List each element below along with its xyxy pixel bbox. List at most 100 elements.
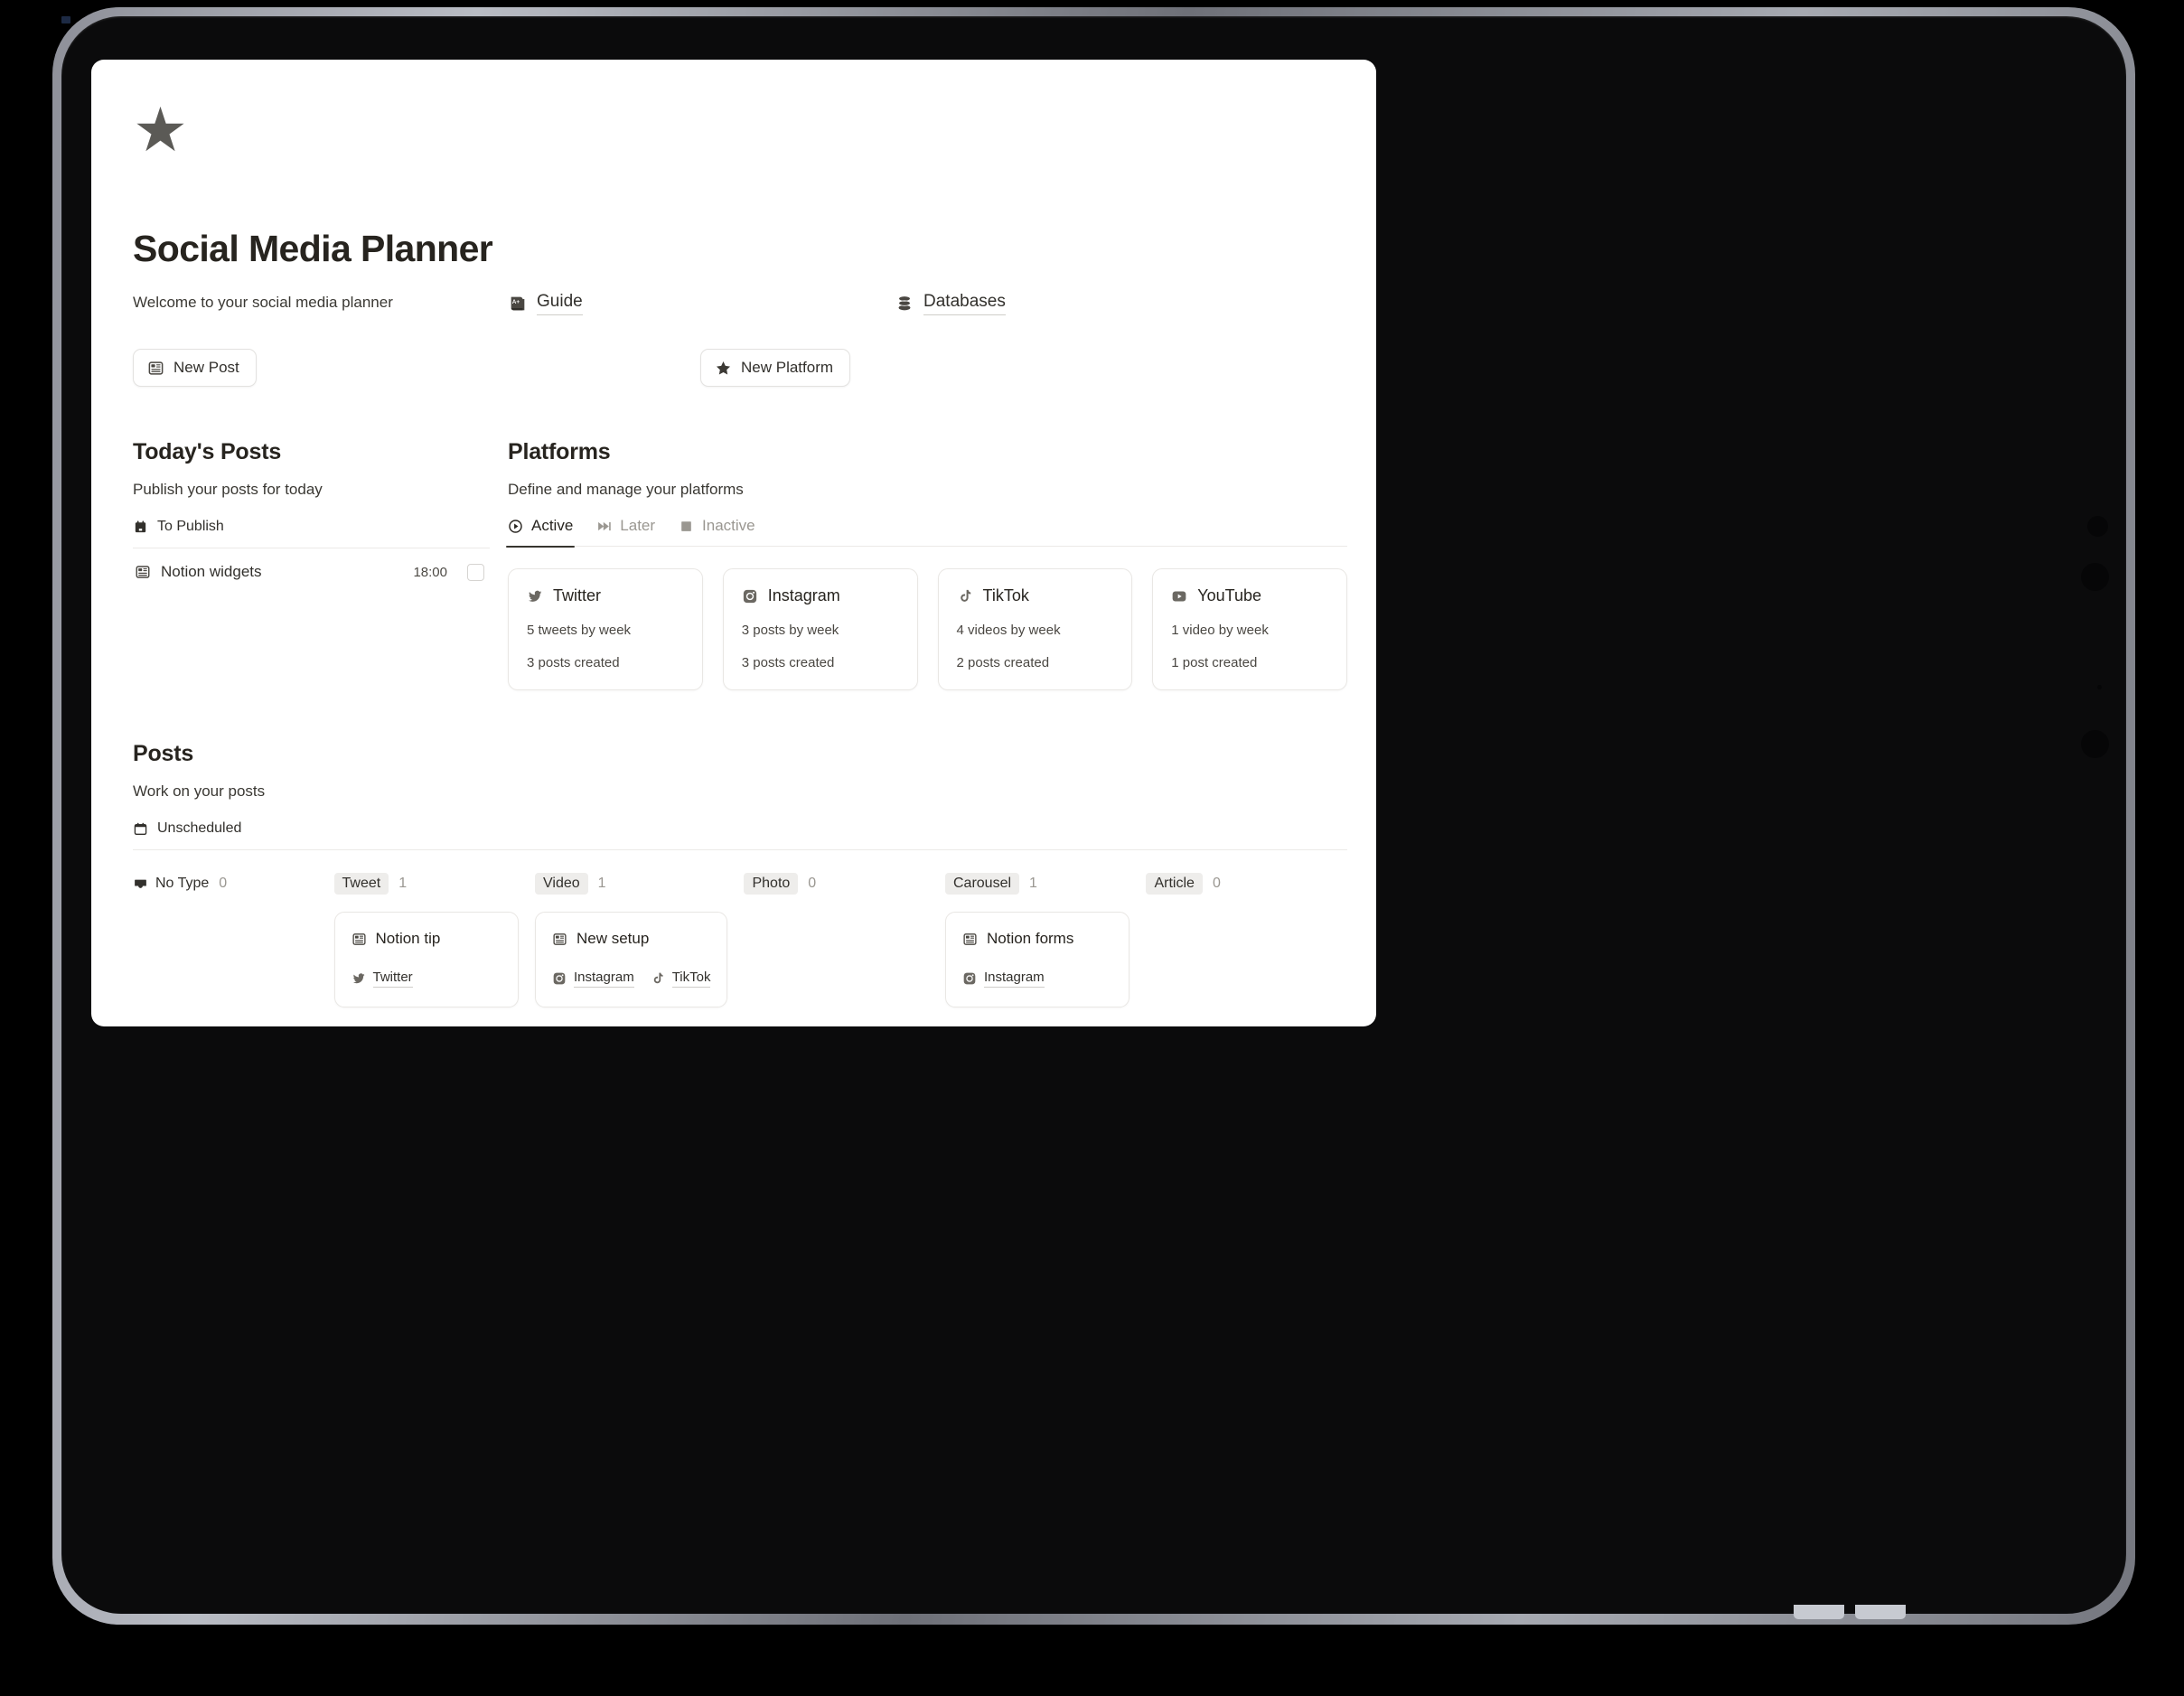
platform-card-youtube[interactable]: YouTube 1 video by week 1 post created bbox=[1152, 568, 1347, 690]
board-column-no-type: No Type 0 bbox=[133, 870, 334, 1007]
svg-text:A+: A+ bbox=[512, 299, 520, 305]
post-card-platform-instagram[interactable]: Instagram bbox=[552, 970, 634, 988]
new-post-button-label: New Post bbox=[173, 359, 239, 376]
column-count: 0 bbox=[1212, 876, 1221, 891]
posts-divider bbox=[133, 849, 1347, 850]
unscheduled-group-header[interactable]: Unscheduled bbox=[133, 820, 1347, 837]
layout-post-icon bbox=[552, 932, 567, 947]
platform-cadence: 3 posts by week bbox=[741, 623, 839, 638]
twitter-icon bbox=[352, 971, 366, 986]
platform-card-tiktok[interactable]: TikTok 4 videos by week 2 posts created bbox=[937, 568, 1133, 690]
posts-board: No Type 0 Tweet 1 Notion tip Twitter Vid… bbox=[133, 870, 1347, 1007]
platform-card-grid: Twitter 5 tweets by week 3 posts created bbox=[508, 568, 1347, 690]
new-platform-button[interactable]: New Platform bbox=[700, 349, 851, 387]
column-count: 0 bbox=[219, 876, 228, 891]
guide-link-label: Guide bbox=[537, 292, 583, 315]
device-foot-left bbox=[1794, 1605, 1844, 1619]
to-publish-label: To Publish bbox=[157, 519, 224, 534]
table-row[interactable]: Notion widgets 18:00 bbox=[133, 548, 490, 595]
tab-active-label: Active bbox=[531, 517, 574, 534]
column-chip-video[interactable]: Video bbox=[535, 873, 588, 895]
post-card-platform-twitter[interactable]: Twitter bbox=[352, 970, 413, 988]
twitter-icon bbox=[527, 588, 543, 604]
post-card-title: Notion tip bbox=[375, 930, 441, 947]
youtube-icon bbox=[1171, 588, 1187, 604]
unscheduled-label: Unscheduled bbox=[157, 820, 242, 836]
star-icon[interactable]: ★ bbox=[133, 99, 1347, 164]
column-chip-photo[interactable]: Photo bbox=[744, 873, 799, 895]
action-button-row: New Post New Platform bbox=[133, 349, 1347, 387]
post-card-platform-instagram[interactable]: Instagram bbox=[962, 970, 1045, 988]
inbox-icon bbox=[133, 876, 148, 892]
post-card-title: Notion forms bbox=[986, 930, 1074, 947]
board-column-video: Video 1 New setup Instagram TikTok bbox=[535, 870, 744, 1007]
platforms-subtitle: Define and manage your platforms bbox=[508, 481, 744, 498]
column-label-no-type[interactable]: No Type bbox=[133, 876, 209, 892]
platform-cadence: 4 videos by week bbox=[956, 623, 1061, 638]
platform-name: Twitter bbox=[553, 586, 602, 604]
posts-section: Posts Work on your posts Unscheduled No … bbox=[133, 741, 1347, 1007]
device-foot-right bbox=[1855, 1605, 1906, 1619]
post-row-time: 18:00 bbox=[413, 564, 447, 580]
post-card-notion-tip[interactable]: Notion tip Twitter bbox=[333, 912, 519, 1007]
todays-posts-section: Today's Posts Publish your posts for tod… bbox=[133, 439, 508, 690]
post-row-checkbox[interactable] bbox=[467, 563, 484, 581]
post-card-notion-forms[interactable]: Notion forms Instagram bbox=[944, 912, 1130, 1007]
posts-subtitle: Work on your posts bbox=[133, 782, 266, 800]
databases-link-label: Databases bbox=[923, 292, 1006, 315]
layout-post-icon bbox=[962, 932, 978, 947]
tab-inactive[interactable]: Inactive bbox=[679, 517, 755, 547]
column-count: 0 bbox=[808, 876, 817, 891]
column-count: 1 bbox=[1029, 876, 1037, 891]
layout-post-icon bbox=[147, 360, 164, 377]
column-count: 1 bbox=[597, 876, 606, 891]
instagram-icon bbox=[962, 971, 977, 986]
platform-tag-label: TikTok bbox=[671, 970, 711, 988]
device-bezel: ★ Social Media Planner Welcome to your s… bbox=[61, 16, 2126, 1619]
board-column-carousel: Carousel 1 Notion forms Instagram bbox=[944, 870, 1147, 1007]
tab-later-label: Later bbox=[620, 517, 656, 534]
platform-card-twitter[interactable]: Twitter 5 tweets by week 3 posts created bbox=[508, 568, 703, 690]
skip-forward-icon bbox=[596, 519, 612, 534]
platforms-title: Platforms bbox=[508, 439, 611, 464]
tab-later[interactable]: Later bbox=[596, 517, 655, 547]
column-chip-tweet[interactable]: Tweet bbox=[333, 873, 389, 895]
tab-inactive-label: Inactive bbox=[702, 517, 755, 534]
post-row-title: Notion widgets bbox=[161, 563, 262, 580]
post-card-platform-tiktok[interactable]: TikTok bbox=[651, 970, 711, 988]
board-column-photo: Photo 0 bbox=[744, 870, 945, 1007]
tab-active[interactable]: Active bbox=[505, 517, 576, 548]
platform-tag-label: Instagram bbox=[574, 970, 634, 988]
to-publish-group-header[interactable]: To Publish bbox=[133, 519, 490, 535]
databases-link[interactable]: Databases bbox=[895, 292, 1006, 315]
tablet-device-frame: ★ Social Media Planner Welcome to your s… bbox=[52, 7, 2135, 1625]
microphone-pinhole bbox=[2097, 685, 2102, 689]
column-label-text: No Type bbox=[155, 876, 210, 891]
platforms-section: Platforms Define and manage your platfor… bbox=[505, 439, 1347, 690]
layout-post-icon bbox=[135, 564, 151, 580]
page-title: Social Media Planner bbox=[133, 228, 493, 269]
column-chip-carousel[interactable]: Carousel bbox=[944, 873, 1020, 895]
platform-card-instagram[interactable]: Instagram 3 posts by week 3 posts create… bbox=[722, 568, 918, 690]
platform-created: 3 posts created bbox=[527, 655, 620, 670]
instagram-icon bbox=[552, 971, 567, 986]
platforms-tabs: Active Later Inactive bbox=[505, 517, 1347, 548]
calendar-publish-icon bbox=[133, 520, 148, 535]
guide-book-icon: A+ bbox=[508, 294, 528, 314]
header-row: Welcome to your social media planner A+ bbox=[133, 292, 1347, 318]
status-led bbox=[61, 16, 70, 23]
post-card-new-setup[interactable]: New setup Instagram TikTok bbox=[535, 912, 728, 1007]
guide-link[interactable]: A+ Guide bbox=[508, 292, 583, 315]
platform-tag-label: Twitter bbox=[372, 970, 413, 988]
platform-created: 2 posts created bbox=[956, 655, 1050, 670]
column-chip-article[interactable]: Article bbox=[1146, 873, 1203, 895]
layout-post-icon bbox=[352, 932, 367, 947]
todays-posts-title: Today's Posts bbox=[133, 439, 282, 464]
notion-page: ★ Social Media Planner Welcome to your s… bbox=[91, 60, 1376, 1026]
post-card-title: New setup bbox=[576, 930, 650, 947]
new-post-button[interactable]: New Post bbox=[133, 349, 257, 387]
new-platform-button-label: New Platform bbox=[741, 359, 834, 376]
instagram-icon bbox=[742, 588, 758, 604]
platform-name: TikTok bbox=[982, 586, 1029, 604]
platform-name: YouTube bbox=[1197, 586, 1261, 604]
